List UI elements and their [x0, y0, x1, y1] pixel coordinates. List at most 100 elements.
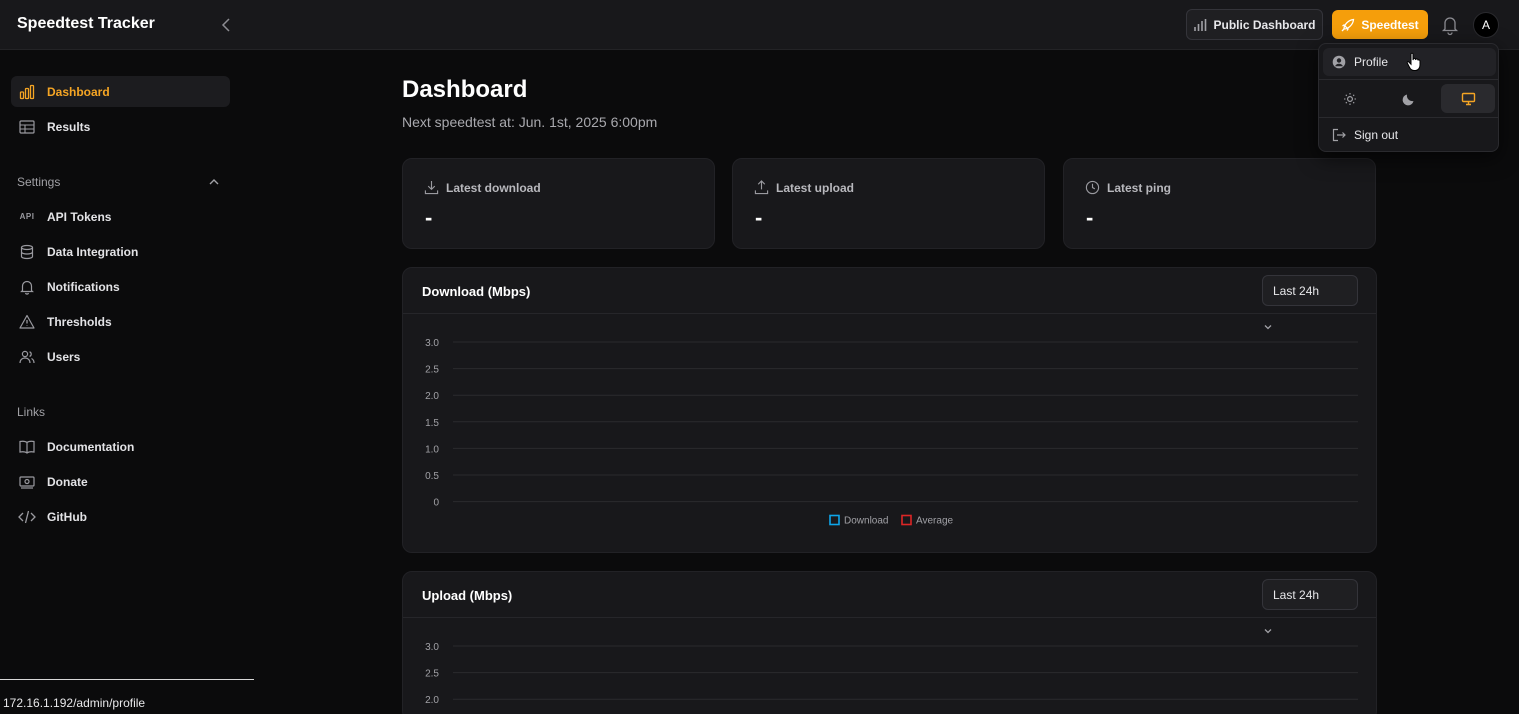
sidebar-item-results[interactable]: Results	[11, 111, 230, 142]
y-tick-label: 3.0	[425, 642, 439, 653]
latest-download-card: Latest download -	[402, 158, 715, 249]
y-tick-label: 2.0	[425, 695, 439, 706]
sidebar-item-label: API Tokens	[47, 209, 112, 224]
sidebar-item-dashboard[interactable]: Dashboard	[11, 76, 230, 107]
upload-icon	[754, 180, 769, 195]
y-tick-label: 2.5	[425, 669, 439, 680]
top-bar: Speedtest Tracker Public Dashboard Speed…	[0, 0, 1519, 50]
download-chart: 3.0 2.5 2.0 1.5 1.0 0.5 0 Download Average	[425, 338, 1358, 527]
speedtest-button[interactable]: Speedtest	[1332, 10, 1428, 39]
chevron-left-icon	[221, 18, 230, 32]
time-range-value: Last 24h	[1273, 283, 1320, 298]
theme-system-button[interactable]	[1441, 84, 1495, 113]
sidebar: Dashboard Results Settings API API Token…	[0, 51, 254, 714]
public-dashboard-button[interactable]: Public Dashboard	[1186, 9, 1323, 40]
time-range-select[interactable]: Last 24h	[1262, 579, 1358, 634]
bell-icon	[18, 278, 36, 296]
y-tick-label: 2.5	[425, 365, 439, 376]
book-icon	[18, 438, 36, 456]
legend-label: Average	[916, 516, 954, 527]
download-chart-card: Download (Mbps) Last 24h 3.0 2.5 2.0 1.5 1.0…	[402, 267, 1377, 553]
stat-label: Latest upload	[776, 180, 855, 195]
sign-out-menu-item[interactable]: Sign out	[1323, 121, 1496, 149]
bar-chart-icon	[18, 83, 36, 101]
y-tick-label: 1.0	[425, 444, 439, 455]
next-speedtest-text: Next speedtest at: Jun. 1st, 2025 6:00pm	[402, 114, 658, 130]
y-tick-label: 3.0	[425, 338, 439, 349]
sidebar-item-notifications[interactable]: Notifications	[11, 271, 230, 302]
sidebar-item-documentation[interactable]: Documentation	[11, 431, 230, 462]
y-tick-label: 0	[433, 498, 439, 509]
sidebar-item-label: Notifications	[47, 279, 120, 294]
bar-chart-icon	[1194, 18, 1207, 31]
sidebar-item-users[interactable]: Users	[11, 341, 230, 372]
legend-label: Download	[844, 516, 888, 527]
bell-icon	[1441, 17, 1459, 36]
browser-status-bar: 172.16.1.192/admin/profile	[0, 679, 254, 714]
app-brand[interactable]: Speedtest Tracker	[17, 15, 155, 33]
sidebar-item-label: Users	[47, 349, 81, 364]
public-dashboard-label: Public Dashboard	[1213, 17, 1316, 32]
time-range-select[interactable]: Last 24h	[1262, 275, 1358, 330]
legend-swatch	[829, 514, 840, 526]
collapse-sidebar-button[interactable]	[216, 14, 236, 36]
sidebar-item-data-integration[interactable]: Data Integration	[11, 236, 230, 267]
profile-label: Profile	[1354, 55, 1389, 69]
stat-value: -	[425, 205, 433, 230]
stat-label: Latest download	[446, 180, 541, 195]
sign-out-icon	[1332, 128, 1346, 142]
warning-icon	[18, 313, 36, 331]
menu-divider	[1319, 117, 1498, 118]
moon-icon	[1402, 94, 1414, 105]
time-range-value: Last 24h	[1273, 587, 1320, 602]
sidebar-item-label: Thresholds	[47, 314, 112, 329]
sidebar-item-label: Donate	[47, 474, 88, 489]
user-circle-icon	[1332, 55, 1346, 69]
clock-icon	[1085, 180, 1100, 195]
theme-dark-button[interactable]	[1382, 84, 1436, 113]
code-icon	[18, 508, 36, 526]
sidebar-item-label: GitHub	[47, 509, 87, 524]
theme-light-button[interactable]	[1323, 84, 1377, 113]
settings-collapse-toggle[interactable]	[207, 175, 221, 189]
status-url: 172.16.1.192/admin/profile	[3, 696, 146, 710]
chart-title: Download (Mbps)	[422, 284, 531, 299]
sidebar-item-github[interactable]: GitHub	[11, 501, 230, 532]
page-title: Dashboard	[402, 76, 528, 103]
sidebar-item-label: Results	[47, 119, 91, 134]
stat-value: -	[1086, 205, 1094, 230]
rocket-icon	[1341, 18, 1355, 31]
sign-out-label: Sign out	[1354, 128, 1399, 142]
latest-upload-card: Latest upload -	[732, 158, 1045, 249]
legend-swatch	[901, 514, 912, 526]
user-avatar-button[interactable]: A	[1473, 12, 1499, 38]
database-icon	[18, 243, 36, 261]
sidebar-item-label: Data Integration	[47, 244, 139, 259]
hand-pointer-icon	[1406, 52, 1421, 71]
sidebar-item-donate[interactable]: Donate	[11, 466, 230, 497]
monitor-icon	[1461, 92, 1475, 105]
sidebar-item-label: Documentation	[47, 439, 135, 454]
sidebar-item-label: Dashboard	[47, 84, 110, 99]
upload-chart-card: Upload (Mbps) Last 24h 3.0 2.5 2.0	[402, 571, 1377, 714]
money-icon	[18, 473, 36, 491]
sidebar-item-api-tokens[interactable]: API API Tokens	[11, 201, 230, 232]
notifications-button[interactable]	[1440, 14, 1460, 36]
api-icon: API	[19, 212, 35, 221]
table-icon	[18, 118, 36, 136]
menu-divider	[1319, 79, 1498, 80]
sidebar-item-thresholds[interactable]: Thresholds	[11, 306, 230, 337]
settings-section-label: Settings	[17, 175, 61, 189]
latest-ping-card: Latest ping -	[1063, 158, 1376, 249]
sun-icon	[1344, 92, 1356, 105]
y-tick-label: 1.5	[425, 418, 439, 429]
upload-chart: 3.0 2.5 2.0	[425, 642, 1358, 706]
download-icon	[424, 180, 439, 195]
chevron-up-icon	[209, 179, 219, 185]
links-section-label: Links	[17, 405, 46, 419]
chart-title: Upload (Mbps)	[422, 588, 513, 603]
y-tick-label: 2.0	[425, 391, 439, 402]
y-tick-label: 0.5	[425, 471, 439, 482]
users-icon	[18, 348, 36, 366]
stat-value: -	[755, 205, 763, 230]
